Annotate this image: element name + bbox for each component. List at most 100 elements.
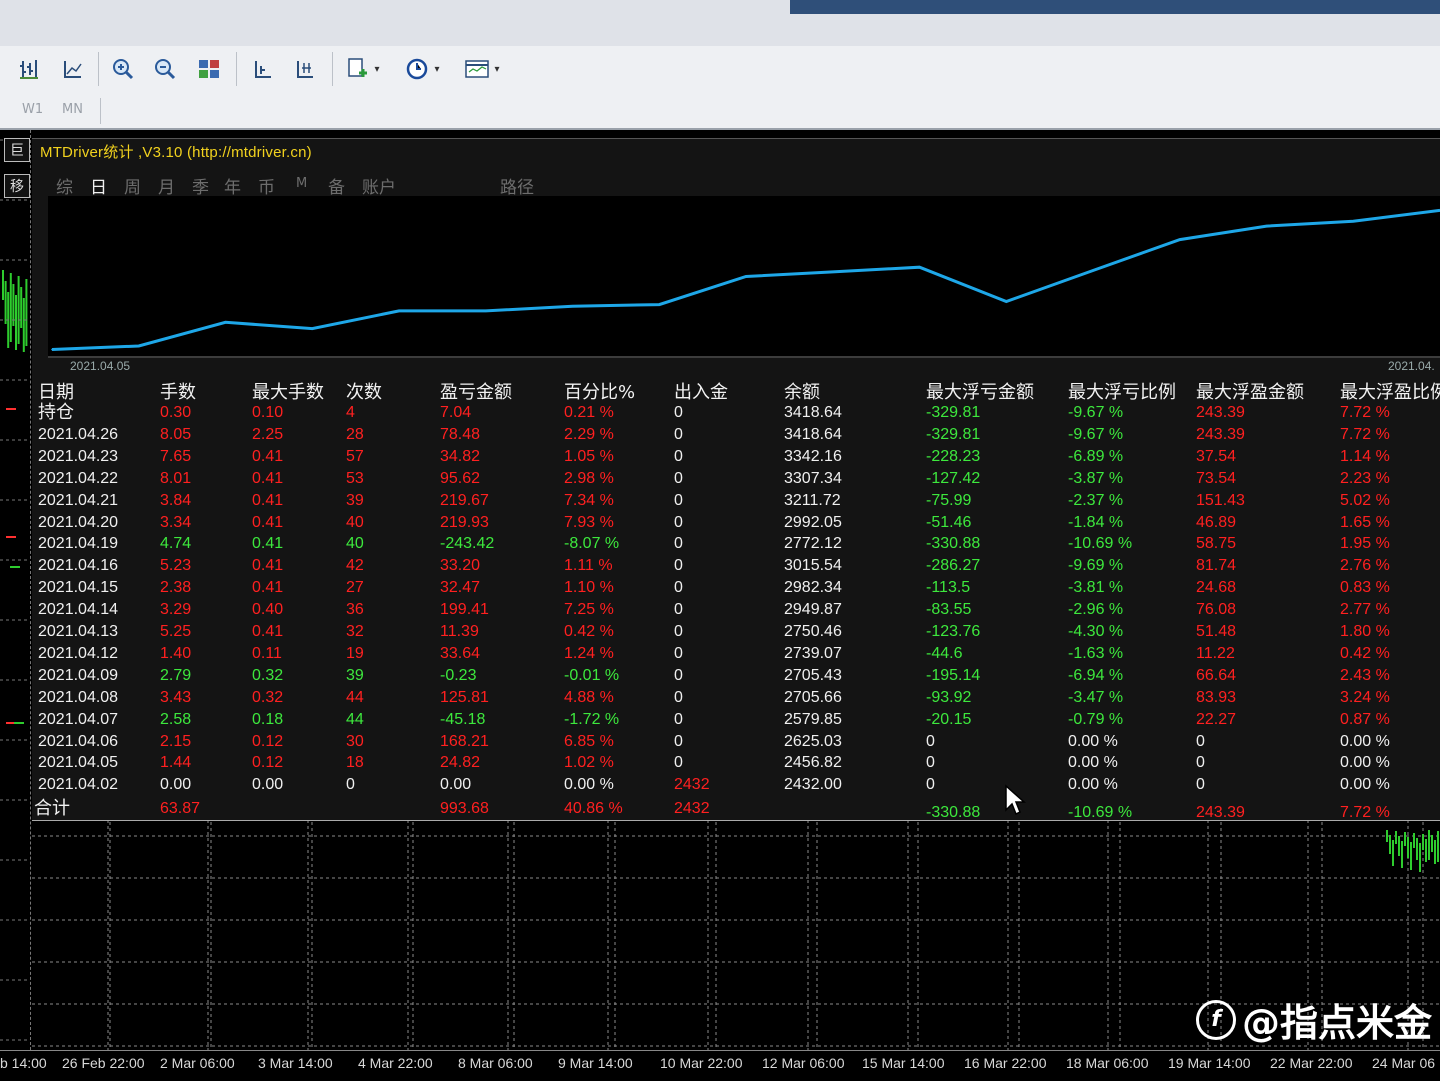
table-cell: -83.55: [926, 601, 972, 619]
tab-3[interactable]: 月: [158, 173, 175, 198]
table-row[interactable]: 持仓 0.30 0.10 4 7.04 0.21 % 0 3418.64 -329.81 -9.6…: [0, 402, 1440, 424]
zoom-in-icon[interactable]: [108, 54, 138, 84]
table-row[interactable]: 2021.04.05 1.44 0.12 18 24.82 1.02 % 0 2456.82 0…: [0, 752, 1440, 774]
weibo-logo-icon: f: [1196, 999, 1236, 1040]
table-cell: 199.41: [440, 601, 489, 619]
equity-point: [571, 305, 574, 308]
table-cell: 53: [346, 469, 364, 487]
add-indicator-icon[interactable]: [342, 54, 372, 84]
table-cell: -93.92: [926, 688, 972, 706]
table-row[interactable]: 2021.04.06 2.15 0.12 30 168.21 6.85 % 0 2625.03…: [0, 731, 1440, 753]
column-header-3: 次数: [346, 382, 382, 403]
chevron-down-icon[interactable]: ▾: [490, 54, 504, 84]
table-cell: 4.74: [160, 535, 192, 553]
timeframe-mn[interactable]: MN: [62, 102, 83, 117]
table-row[interactable]: 2021.04.20 3.34 0.41 40 219.93 7.93 % 0 2992.05…: [0, 512, 1440, 534]
tab-0[interactable]: 综: [56, 173, 73, 198]
line-chart-icon[interactable]: [58, 54, 88, 84]
table-cell: -329.81: [926, 404, 981, 421]
table-row[interactable]: 2021.04.19 4.74 0.41 40 -243.42 -8.07 % 0 2772.…: [0, 533, 1440, 555]
table-cell: 42: [346, 557, 364, 575]
table-cell: 2021.04.12: [38, 644, 119, 662]
candle-mark: [25, 279, 28, 346]
table-cell: 2705.43: [784, 666, 842, 684]
table-cell: -1.84 %: [1068, 513, 1124, 531]
table-row[interactable]: 2021.04.16 5.23 0.41 42 33.20 1.11 % 0 3015.54 -…: [0, 555, 1440, 577]
equity-point: [137, 345, 140, 347]
table-cell: 7.72 %: [1340, 404, 1390, 421]
table-row[interactable]: 2021.04.09 2.79 0.32 39 -0.23 -0.01 % 0 2705.43…: [0, 665, 1440, 687]
tile-windows-icon[interactable]: [194, 54, 224, 84]
collapse-panel-button[interactable]: 巨: [4, 138, 30, 162]
table-cell: 2772.12: [784, 535, 842, 553]
table-row[interactable]: 2021.04.14 3.29 0.40 36 199.41 7.25 % 0 2949.87…: [0, 599, 1440, 621]
tab-1[interactable]: 日: [90, 173, 107, 198]
tab-2[interactable]: 周: [124, 173, 141, 198]
chevron-down-icon[interactable]: ▾: [430, 54, 444, 84]
table-cell: 83.93: [1196, 688, 1237, 706]
move-panel-button[interactable]: 移: [4, 174, 30, 198]
table-cell: 0: [1196, 776, 1205, 794]
table-cell: 2705.66: [784, 688, 842, 706]
table-row[interactable]: 2021.04.26 8.05 2.25 28 78.48 2.29 % 0 3418.64 -…: [0, 424, 1440, 446]
tab-10[interactable]: 路径: [500, 173, 534, 198]
table-cell: 95.62: [440, 469, 481, 487]
table-cell: -127.42: [926, 469, 981, 487]
table-cell: 27: [346, 579, 364, 597]
table-cell: 0.00 %: [564, 776, 614, 794]
table-cell: 2021.04.19: [38, 535, 119, 553]
table-row[interactable]: 2021.04.15 2.38 0.41 27 32.47 1.10 % 0 2982.34 -…: [0, 577, 1440, 599]
table-cell: 7.25 %: [564, 601, 614, 619]
table-cell: -228.23: [926, 447, 981, 465]
auto-scroll-icon[interactable]: [248, 54, 278, 84]
table-row[interactable]: 2021.04.22 8.01 0.41 53 95.62 2.98 % 0 3307.34 -…: [0, 468, 1440, 490]
tab-9[interactable]: 账户: [362, 173, 396, 198]
candle-mark: [1416, 838, 1418, 860]
table-cell: 1.14 %: [1340, 447, 1390, 465]
candle-mark: [20, 287, 23, 328]
tab-7[interactable]: M: [296, 176, 307, 191]
table-row[interactable]: 2021.04.21 3.84 0.41 39 219.67 7.34 % 0 3211.72…: [0, 490, 1440, 512]
column-header-1: 手数: [160, 382, 196, 403]
table-row[interactable]: 2021.04.02 0.00 0.00 0 0.00 0.00 % 2432 2432.00…: [0, 774, 1440, 796]
clock-periods-icon[interactable]: [402, 54, 432, 84]
chevron-down-icon[interactable]: ▾: [370, 54, 384, 84]
equity-curve-chart: [48, 196, 1440, 358]
table-cell: 5.25: [160, 623, 192, 640]
table-cell: 24.82: [440, 754, 481, 772]
table-cell: 0.00 %: [1340, 776, 1390, 794]
chart-shift-icon[interactable]: [290, 54, 320, 84]
table-row[interactable]: 2021.04.23 7.65 0.41 57 34.82 1.05 % 0 3342.16 -…: [0, 446, 1440, 468]
table-row[interactable]: 2021.04.12 1.40 0.11 19 33.64 1.24 % 0 2739.07 -…: [0, 643, 1440, 665]
candle-mark: [17, 276, 20, 344]
table-cell: 3418.64: [784, 404, 842, 421]
table-cell: 1.95 %: [1340, 535, 1390, 553]
table-row[interactable]: 2021.04.08 3.43 0.32 44 125.81 4.88 % 0 2705.66…: [0, 687, 1440, 709]
table-cell: 0: [926, 732, 935, 750]
bar-chart-icon[interactable]: [14, 54, 44, 84]
table-cell: 2.23 %: [1340, 469, 1390, 487]
equity-point: [398, 310, 400, 312]
candle-mark: [1428, 830, 1430, 860]
table-row[interactable]: 2021.04.13 5.25 0.41 32 11.39 0.42 % 0 2750.46 -…: [0, 621, 1440, 643]
tab-8[interactable]: 备: [328, 173, 345, 198]
zoom-out-icon[interactable]: [150, 54, 180, 84]
table-cell: 0.32: [252, 666, 284, 684]
table-cell: 11.22: [1196, 644, 1235, 662]
table-cell: 0.41: [252, 513, 284, 531]
tab-4[interactable]: 季: [192, 173, 209, 198]
table-cell: 0: [674, 579, 683, 597]
tab-5[interactable]: 年: [224, 173, 241, 198]
tab-6[interactable]: 币: [258, 173, 275, 198]
templates-icon[interactable]: [462, 54, 492, 84]
column-header-8: 最大浮亏金额: [926, 382, 1034, 403]
table-cell: -113.5: [926, 579, 971, 597]
table-cell: -4.30 %: [1068, 623, 1124, 640]
timeframe-w1[interactable]: W1: [22, 102, 43, 117]
table-cell: 0: [674, 425, 683, 443]
time-axis-label: b 14:00: [0, 1055, 47, 1071]
equity-point: [224, 321, 227, 324]
table-cell: 0: [926, 754, 935, 772]
table-row[interactable]: 2021.04.07 2.58 0.18 44 -45.18 -1.72 % 0 2579.8…: [0, 709, 1440, 731]
table-cell: 0: [674, 535, 683, 553]
